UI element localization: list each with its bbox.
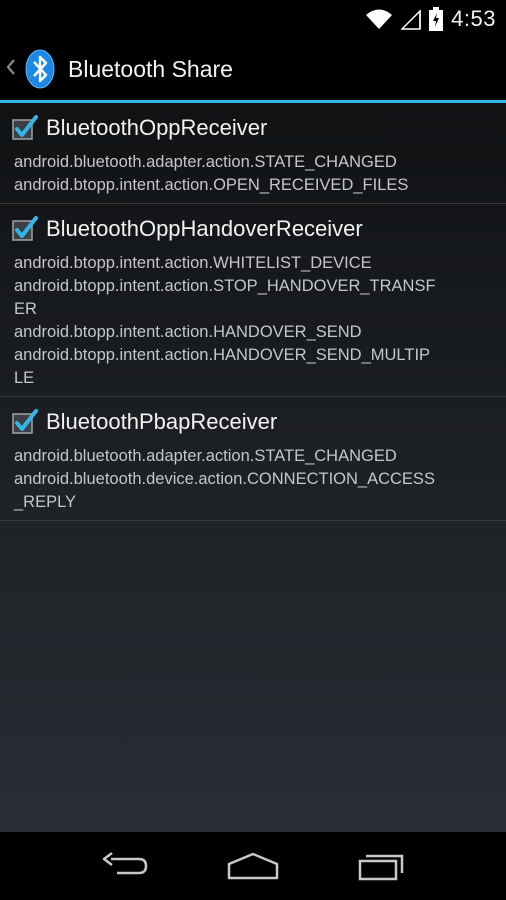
action-bar: Bluetooth Share bbox=[0, 38, 506, 100]
signal-icon bbox=[401, 8, 421, 30]
receiver-header: BluetoothOppHandoverReceiver bbox=[0, 214, 506, 244]
intent-action: android.btopp.intent.action.WHITELIST_DE… bbox=[14, 254, 372, 272]
home-button[interactable] bbox=[218, 841, 288, 891]
back-icon bbox=[103, 852, 148, 875]
receiver-name: BluetoothOppReceiver bbox=[46, 115, 268, 140]
checkbox-checked-icon bbox=[12, 115, 38, 140]
battery-icon bbox=[429, 7, 444, 31]
checkbox-checked-icon bbox=[12, 409, 38, 434]
receiver-actions: android.bluetooth.adapter.action.STATE_C… bbox=[0, 143, 506, 197]
receiver-header: BluetoothOppReceiver bbox=[0, 113, 506, 143]
intent-action: android.bluetooth.device.action.CONNECTI… bbox=[14, 470, 435, 488]
navigation-bar bbox=[0, 832, 506, 900]
page-title: Bluetooth Share bbox=[68, 55, 233, 82]
receiver-checkbox[interactable] bbox=[12, 409, 38, 435]
receiver-checkbox[interactable] bbox=[12, 115, 38, 141]
receiver-checkbox[interactable] bbox=[12, 216, 38, 242]
list-item[interactable]: BluetoothOppHandoverReceiver android.bto… bbox=[0, 204, 506, 397]
intent-action: android.btopp.intent.action.HANDOVER_SEN… bbox=[14, 323, 362, 341]
intent-action: android.bluetooth.adapter.action.STATE_C… bbox=[14, 447, 397, 465]
receiver-actions: android.btopp.intent.action.WHITELIST_DE… bbox=[0, 244, 506, 390]
checkbox-checked-icon bbox=[12, 216, 38, 241]
receiver-name: BluetoothOppHandoverReceiver bbox=[46, 216, 363, 241]
back-button[interactable] bbox=[89, 841, 159, 891]
intent-action: ER bbox=[14, 300, 37, 318]
receiver-name: BluetoothPbapReceiver bbox=[46, 409, 278, 434]
home-icon bbox=[227, 852, 279, 880]
list-item[interactable]: BluetoothPbapReceiver android.bluetooth.… bbox=[0, 397, 506, 521]
receiver-header: BluetoothPbapReceiver bbox=[0, 407, 506, 437]
receiver-list[interactable]: BluetoothOppReceiver android.bluetooth.a… bbox=[0, 103, 506, 832]
intent-action: LE bbox=[14, 369, 35, 387]
intent-action: _REPLY bbox=[14, 493, 77, 511]
status-bar: 4:53 bbox=[0, 0, 506, 38]
chevron-left-icon bbox=[6, 58, 16, 81]
receiver-actions: android.bluetooth.adapter.action.STATE_C… bbox=[0, 437, 506, 514]
intent-action: android.btopp.intent.action.HANDOVER_SEN… bbox=[14, 346, 431, 364]
recents-button[interactable] bbox=[347, 841, 417, 891]
intent-action: android.bluetooth.adapter.action.STATE_C… bbox=[14, 153, 397, 171]
up-button[interactable] bbox=[0, 38, 18, 100]
list-item[interactable]: BluetoothOppReceiver android.bluetooth.a… bbox=[0, 103, 506, 204]
status-clock: 4:53 bbox=[451, 6, 496, 31]
bluetooth-app-icon[interactable] bbox=[22, 47, 58, 91]
intent-action: android.btopp.intent.action.STOP_HANDOVE… bbox=[14, 277, 436, 295]
recents-icon bbox=[358, 854, 403, 881]
wifi-icon bbox=[365, 8, 393, 30]
intent-action: android.btopp.intent.action.OPEN_RECEIVE… bbox=[14, 176, 409, 194]
